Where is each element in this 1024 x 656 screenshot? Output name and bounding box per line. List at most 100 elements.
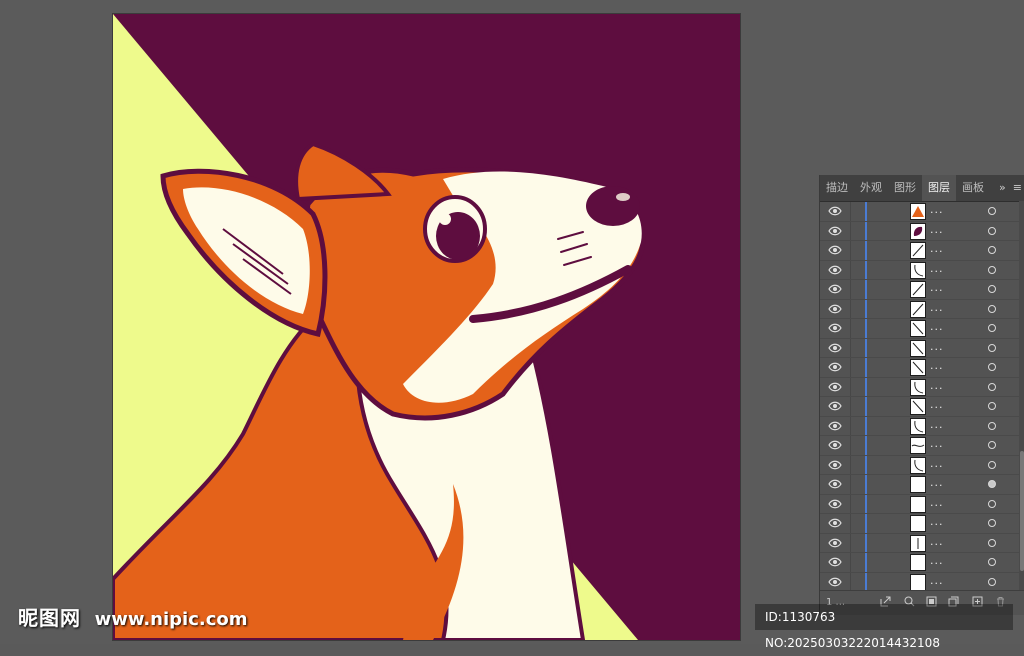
layer-target-circle[interactable] — [988, 324, 996, 332]
visibility-eye-icon[interactable] — [828, 322, 842, 334]
layer-name[interactable]: ... — [930, 340, 944, 353]
scrollbar-thumb[interactable] — [1020, 451, 1024, 571]
layer-target-circle[interactable] — [988, 285, 996, 293]
visibility-eye-icon[interactable] — [828, 244, 842, 256]
lock-column[interactable] — [850, 553, 851, 572]
layer-row[interactable]: ... — [820, 397, 1024, 417]
tab-artboards[interactable]: 画板 — [956, 175, 990, 201]
layer-name[interactable]: ... — [930, 359, 944, 372]
visibility-eye-icon[interactable] — [828, 498, 842, 510]
layer-name[interactable]: ... — [930, 418, 944, 431]
layer-row[interactable]: ... — [820, 338, 1024, 358]
visibility-eye-icon[interactable] — [828, 556, 842, 568]
layer-name[interactable]: ... — [930, 574, 944, 587]
layer-name[interactable]: ... — [930, 223, 944, 236]
tab-appearance[interactable]: 外观 — [854, 175, 888, 201]
lock-column[interactable] — [850, 377, 851, 396]
layer-row[interactable]: ... — [820, 299, 1024, 319]
layer-row[interactable]: ... — [820, 260, 1024, 280]
layer-target-circle[interactable] — [988, 519, 996, 527]
layer-row[interactable]: ... — [820, 358, 1024, 378]
lock-column[interactable] — [850, 514, 851, 533]
layer-name[interactable]: ... — [930, 379, 944, 392]
layer-name[interactable]: ... — [930, 437, 944, 450]
lock-column[interactable] — [850, 475, 851, 494]
lock-column[interactable] — [850, 436, 851, 455]
visibility-eye-icon[interactable] — [828, 205, 842, 217]
layer-name[interactable]: ... — [930, 398, 944, 411]
visibility-eye-icon[interactable] — [828, 381, 842, 393]
visibility-eye-icon[interactable] — [828, 478, 842, 490]
layer-row[interactable]: ... — [820, 319, 1024, 339]
layer-row[interactable]: ... — [820, 280, 1024, 300]
layer-name[interactable]: ... — [930, 203, 944, 216]
lock-column[interactable] — [850, 416, 851, 435]
visibility-eye-icon[interactable] — [828, 225, 842, 237]
layer-target-circle[interactable] — [988, 207, 996, 215]
layer-row[interactable]: ... — [820, 241, 1024, 261]
layer-row[interactable]: ... — [820, 436, 1024, 456]
layer-row[interactable]: ... — [820, 455, 1024, 475]
layer-row[interactable]: ... — [820, 533, 1024, 553]
lock-column[interactable] — [850, 572, 851, 591]
layer-target-circle[interactable] — [988, 343, 996, 352]
lock-column[interactable] — [850, 260, 851, 279]
layer-target-circle[interactable] — [988, 499, 996, 508]
panel-menu-icon[interactable]: ≡ — [1010, 175, 1024, 201]
layer-name[interactable]: ... — [930, 535, 944, 548]
layer-row[interactable]: ... — [820, 494, 1024, 514]
lock-column[interactable] — [850, 280, 851, 299]
layer-target-circle[interactable] — [988, 304, 996, 313]
layer-target-circle[interactable] — [988, 558, 996, 566]
layer-target-circle[interactable] — [988, 480, 996, 488]
layer-target-circle[interactable] — [988, 265, 996, 274]
artboard[interactable] — [113, 14, 740, 640]
layer-name[interactable]: ... — [930, 496, 944, 509]
visibility-eye-icon[interactable] — [828, 400, 842, 412]
tab-layers[interactable]: 图层 — [922, 175, 956, 201]
tab-stroke[interactable]: 描边 — [820, 175, 854, 201]
lock-column[interactable] — [850, 241, 851, 260]
layer-row[interactable]: ... — [820, 221, 1024, 241]
visibility-eye-icon[interactable] — [828, 517, 842, 529]
layer-target-circle[interactable] — [988, 402, 996, 410]
lock-column[interactable] — [850, 533, 851, 552]
lock-column[interactable] — [850, 494, 851, 513]
lock-column[interactable] — [850, 397, 851, 416]
lock-column[interactable] — [850, 319, 851, 338]
layer-target-circle[interactable] — [988, 421, 996, 430]
layer-target-circle[interactable] — [988, 246, 996, 254]
visibility-eye-icon[interactable] — [828, 361, 842, 373]
layer-target-circle[interactable] — [988, 363, 996, 371]
tab-graphic-styles[interactable]: 图形 — [888, 175, 922, 201]
layer-target-circle[interactable] — [988, 382, 996, 391]
lock-column[interactable] — [850, 299, 851, 318]
lock-column[interactable] — [850, 202, 851, 221]
layer-name[interactable]: ... — [930, 262, 944, 275]
lock-column[interactable] — [850, 338, 851, 357]
layer-name[interactable]: ... — [930, 242, 944, 255]
layer-target-circle[interactable] — [988, 441, 996, 449]
layer-row[interactable]: ... — [820, 475, 1024, 495]
layer-name[interactable]: ... — [930, 457, 944, 470]
layer-row[interactable]: ... — [820, 202, 1024, 222]
visibility-eye-icon[interactable] — [828, 439, 842, 451]
visibility-eye-icon[interactable] — [828, 576, 842, 588]
layer-row[interactable]: ... — [820, 514, 1024, 534]
visibility-eye-icon[interactable] — [828, 342, 842, 354]
layer-row[interactable]: ... — [820, 416, 1024, 436]
visibility-eye-icon[interactable] — [828, 459, 842, 471]
layer-name[interactable]: ... — [930, 301, 944, 314]
layer-row[interactable]: ... — [820, 377, 1024, 397]
layer-name[interactable]: ... — [930, 320, 944, 333]
visibility-eye-icon[interactable] — [828, 264, 842, 276]
visibility-eye-icon[interactable] — [828, 283, 842, 295]
layer-target-circle[interactable] — [988, 226, 996, 235]
layer-row[interactable]: ... — [820, 553, 1024, 573]
layer-target-circle[interactable] — [988, 538, 996, 547]
layer-name[interactable]: ... — [930, 515, 944, 528]
layer-target-circle[interactable] — [988, 460, 996, 469]
visibility-eye-icon[interactable] — [828, 537, 842, 549]
visibility-eye-icon[interactable] — [828, 420, 842, 432]
visibility-eye-icon[interactable] — [828, 303, 842, 315]
